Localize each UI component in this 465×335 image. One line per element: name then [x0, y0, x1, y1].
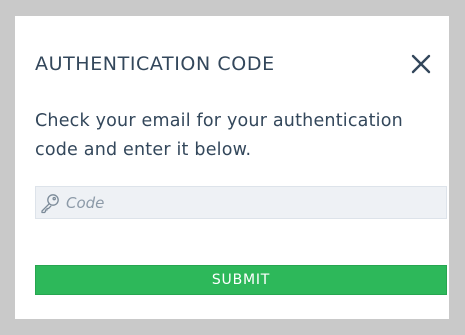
submit-button[interactable]: SUBMIT	[35, 265, 447, 295]
key-icon	[39, 192, 61, 214]
dialog-header: AUTHENTICATION CODE	[35, 49, 431, 79]
close-x-icon	[411, 54, 431, 74]
code-field[interactable]	[35, 186, 447, 219]
close-icon[interactable]	[411, 54, 431, 74]
authentication-dialog: AUTHENTICATION CODE Check your email for…	[15, 16, 449, 319]
modal-backdrop: AUTHENTICATION CODE Check your email for…	[0, 0, 465, 335]
dialog-message: Check your email for your authentication…	[35, 111, 403, 160]
code-input[interactable]	[66, 187, 436, 218]
dialog-title: AUTHENTICATION CODE	[35, 53, 275, 75]
